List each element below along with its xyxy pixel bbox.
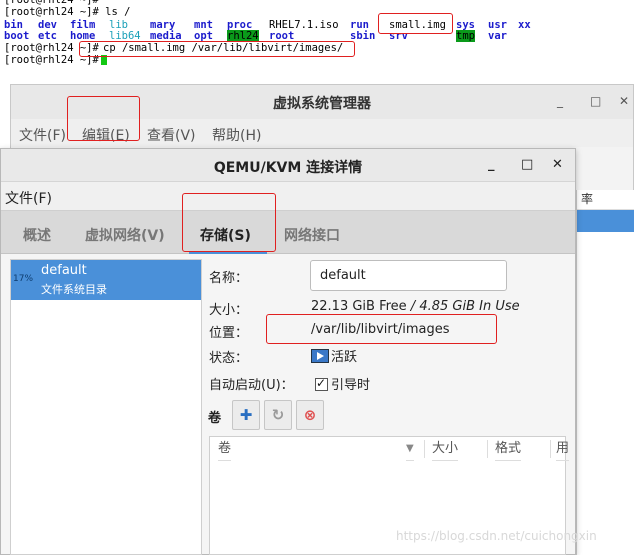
terminal: [root@rhl24 ~]# [root@rhl24 ~]# ls / bin… [0,0,634,78]
annotation-box [67,96,140,141]
annotation-box [266,314,497,344]
annotation-box [182,193,276,252]
running-icon [311,349,329,363]
plus-icon: ✚ [239,406,253,424]
column-header-size[interactable]: 大小 [432,437,459,461]
volumes-label: 卷 [208,411,222,426]
pool-name: default [41,263,87,278]
pool-name-value: default [320,268,366,283]
pool-name-field[interactable]: default [310,260,507,291]
tab-network-interfaces[interactable]: 网络接口 [284,225,340,245]
maximize-icon[interactable]: □ [590,94,601,108]
term-dir: sbin [350,30,376,42]
pool-size: 22.13 GiB Free / 4.85 GiB In Use [311,299,520,314]
refresh-volumes-button[interactable]: ↻ [264,400,292,430]
location-label: 位置： [209,326,249,341]
tab-bar: 概述 虚拟网络(V) 存储(S) 网络接口 [1,193,575,254]
close-icon[interactable]: ✕ [552,157,563,172]
refresh-icon: ↻ [271,406,285,424]
column-header-format[interactable]: 格式 [495,437,522,461]
sort-chevron-icon: ▼ [406,437,414,461]
column-header: 率 [577,190,634,210]
dialog-titlebar: QEMU/KVM 连接详情 _ □ ✕ [1,149,575,182]
delete-volume-button[interactable]: ⊗ [296,400,324,430]
autostart-label: 自动启动(U)： [209,378,294,393]
size-label: 大小： [209,303,249,318]
menu-file[interactable]: 文件(F) [19,125,66,145]
autostart-checkbox[interactable]: 引导时 [315,374,370,393]
term-dir: xx [518,19,531,31]
minimize-icon[interactable]: _ [557,94,563,108]
close-icon[interactable]: ✕ [619,94,629,108]
state-label: 状态： [209,351,249,366]
menu-help[interactable]: 帮助(H) [212,125,261,145]
column-header-volume[interactable]: 卷 [218,437,232,461]
term-dir: etc [38,30,57,42]
tab-virtual-networks[interactable]: 虚拟网络(V) [85,225,165,245]
watermark: https://blog.csdn.net/cuichongxin [396,529,597,543]
storage-pool-list: 17% default 文件系统目录 [10,259,202,555]
pool-state: 活跃 [311,346,357,365]
maximize-icon[interactable]: □ [521,157,533,172]
connection-details-dialog: QEMU/KVM 连接详情 _ □ ✕ 文件(F) 概述 虚拟网络(V) 存储(… [0,148,576,555]
minimize-icon[interactable]: _ [488,157,495,172]
annotation-box [378,13,453,34]
menu-file[interactable]: 文件(F) [5,188,52,208]
checkbox-checked-icon [315,376,328,391]
delete-icon: ⊗ [303,406,317,424]
selected-row[interactable] [577,210,634,232]
name-label: 名称： [209,271,249,286]
annotation-box [79,41,355,57]
tab-overview[interactable]: 概述 [23,225,51,245]
menu-view[interactable]: 查看(V) [147,125,196,145]
term-dir: var [488,30,507,42]
vm-list-fragment: 率 [576,190,634,555]
pool-type: 文件系统目录 [41,283,107,296]
storage-pool-item[interactable]: 17% default 文件系统目录 [11,260,201,300]
column-header-used[interactable]: 用 [556,437,570,461]
pool-usage-percent: 17% [13,274,34,284]
dialog-menubar: 文件(F) [1,182,575,210]
term-dir: boot [4,30,30,42]
add-volume-button[interactable]: ✚ [232,400,260,430]
terminal-line-ls: [root@rhl24 ~]# ls / [4,6,131,18]
term-dir-highlight: tmp [456,30,475,42]
